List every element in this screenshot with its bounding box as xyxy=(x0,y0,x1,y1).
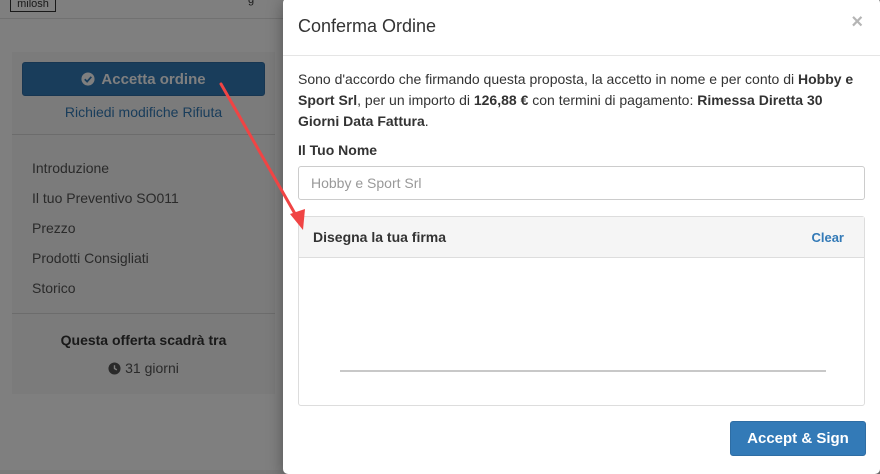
close-icon[interactable]: × xyxy=(851,11,863,34)
signature-title: Disegna la tua firma xyxy=(313,229,447,245)
order-amount: 126,88 € xyxy=(473,92,529,108)
signature-panel-header: Disegna la tua firma Clear xyxy=(299,217,864,258)
signature-canvas[interactable] xyxy=(299,258,864,405)
acceptance-terms: Sono d'accordo che firmando questa propo… xyxy=(298,71,854,129)
name-label: Il Tuo Nome xyxy=(298,142,378,158)
modal-header-divider xyxy=(283,55,880,56)
signature-baseline xyxy=(340,370,826,372)
clear-signature-link[interactable]: Clear xyxy=(811,230,844,245)
signature-panel: Disegna la tua firma Clear xyxy=(298,216,865,406)
accept-and-sign-button[interactable]: Accept & Sign xyxy=(730,421,866,456)
modal-title: Conferma Ordine xyxy=(298,16,437,36)
name-input[interactable] xyxy=(298,166,865,200)
confirm-order-modal: Conferma Ordine × Sono d'accordo che fir… xyxy=(283,0,880,474)
